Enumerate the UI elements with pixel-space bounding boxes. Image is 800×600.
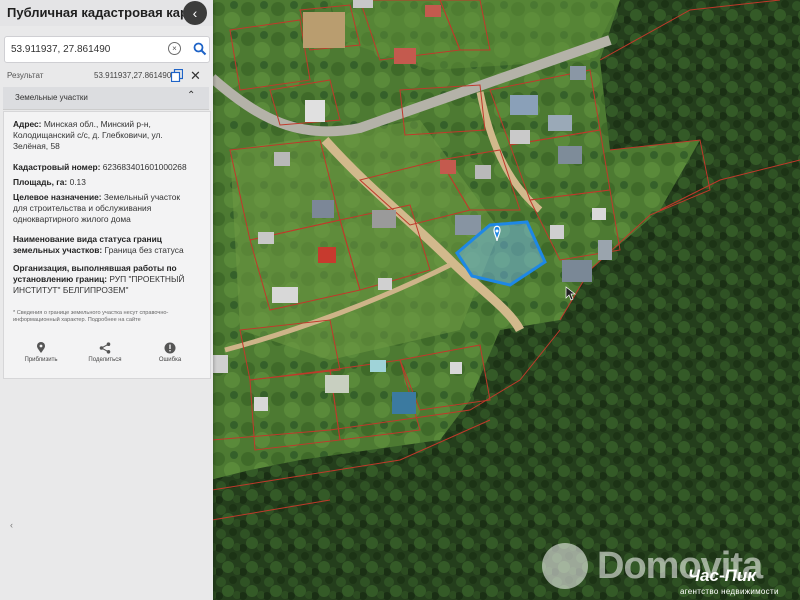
zoom-button[interactable]: Приблизить	[16, 342, 66, 363]
action-bar: Приблизить Поделиться Ошибка	[4, 342, 210, 372]
zoom-label: Приблизить	[24, 357, 58, 363]
parcel-card: Адрес: Минская обл., Минский р-н, Колоди…	[3, 111, 211, 379]
organization-row: Организация, выполнявшая работы по устан…	[13, 263, 191, 296]
copy-icon[interactable]	[171, 69, 183, 82]
area-value: 0.13	[69, 177, 86, 187]
purpose-label: Целевое назначение:	[13, 192, 102, 202]
cadastral-row: Кадастровый номер: 623683401601000268	[13, 162, 191, 173]
search-input[interactable]	[11, 41, 161, 57]
share-icon	[99, 342, 111, 354]
purpose-row: Целевое назначение: Земельный участок дл…	[13, 192, 191, 225]
border-status-value: Граница без статуса	[104, 245, 184, 255]
top-bar: Публичная кадастровая карта ‹	[0, 0, 213, 26]
cadastral-value[interactable]: 623683401601000268	[103, 162, 187, 172]
search-box: ×	[4, 36, 210, 63]
clear-circle-icon[interactable]: ×	[168, 42, 181, 55]
chevron-up-icon[interactable]: ⌃	[187, 90, 195, 101]
location-pin-icon	[37, 342, 45, 353]
area-row: Площадь, га: 0.13	[13, 177, 191, 188]
search-icon[interactable]	[193, 42, 207, 56]
border-status-row: Наименование вида статуса границ земельн…	[13, 234, 191, 256]
share-button[interactable]: Поделиться	[80, 342, 130, 363]
error-button[interactable]: Ошибка	[145, 342, 195, 363]
error-icon	[164, 342, 176, 354]
error-label: Ошибка	[158, 357, 182, 363]
area-label: Площадь, га:	[13, 177, 68, 187]
app-title: Публичная кадастровая карта	[7, 5, 202, 20]
watermark-logo-mark	[542, 543, 588, 589]
close-icon[interactable]: ✕	[190, 68, 201, 84]
watermark-agency-subtitle: агентство недвижимости	[680, 587, 779, 596]
result-label: Результат	[7, 71, 44, 80]
chevron-left-icon[interactable]: ‹	[183, 1, 207, 25]
watermark-agency-logo: Час-Пик	[688, 566, 756, 585]
cadastral-label: Кадастровый номер:	[13, 162, 101, 172]
share-label: Поделиться	[88, 357, 122, 363]
section-label: Земельные участки	[15, 93, 88, 102]
land-parcels-section[interactable]: Земельные участки ⌃	[3, 87, 209, 110]
panel-expand-handle[interactable]: ‹	[10, 520, 13, 530]
result-coords: 53.911937,27.861490	[94, 71, 172, 80]
address-label: Адрес:	[13, 119, 42, 129]
address-row: Адрес: Минская обл., Минский р-н, Колоди…	[13, 119, 191, 152]
result-bar: Результат 53.911937,27.861490 ✕	[2, 68, 210, 84]
disclaimer-note: * Сведения о границе земельного участка …	[13, 310, 169, 323]
info-panel: Публичная кадастровая карта ‹ × Результа…	[0, 0, 213, 600]
